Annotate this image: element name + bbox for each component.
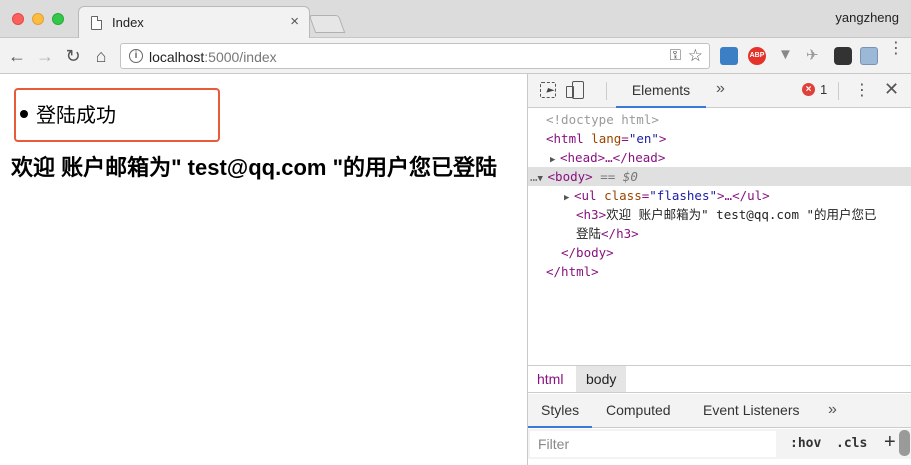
dom-node-doctype[interactable]: <!doctype html> bbox=[528, 110, 911, 129]
url-host: localhost bbox=[149, 49, 205, 65]
tab-styles[interactable]: Styles bbox=[528, 394, 593, 428]
tag-text: <ul bbox=[574, 188, 597, 203]
tag-text: > bbox=[658, 131, 667, 146]
selected-marker: == $0 bbox=[592, 169, 638, 184]
tag-text: <head>…</head> bbox=[560, 150, 666, 165]
attr-value: "flashes" bbox=[649, 188, 718, 203]
dom-node-html-close[interactable]: </html> bbox=[528, 262, 911, 281]
url-text[interactable]: localhost:5000/index bbox=[149, 49, 277, 65]
profile-name[interactable]: yangzheng bbox=[835, 10, 899, 25]
device-toolbar-icon[interactable] bbox=[566, 81, 584, 99]
tab-computed[interactable]: Computed bbox=[606, 394, 671, 428]
devtools-panel: Elements » × 1 ⋮ ✕ <!doctype html> <html… bbox=[527, 74, 911, 465]
more-tabs-icon[interactable]: » bbox=[716, 80, 725, 98]
browser-menu-icon[interactable]: ⋮ bbox=[888, 41, 904, 57]
extension-v-icon[interactable]: ▼ bbox=[778, 46, 796, 64]
tag-text: </h3> bbox=[601, 226, 639, 241]
flash-message: 登陆成功 bbox=[20, 99, 116, 128]
attr-name: class bbox=[604, 188, 642, 203]
tab-elements[interactable]: Elements bbox=[616, 74, 706, 108]
dom-node-h3-cont[interactable]: 登陆</h3> bbox=[528, 224, 911, 243]
key-icon[interactable]: ⚿ bbox=[670, 47, 681, 64]
extension-s-icon[interactable] bbox=[720, 47, 738, 65]
styles-filter-row: :hov .cls + bbox=[528, 429, 911, 459]
bookmark-star-icon[interactable]: ☆ bbox=[688, 46, 703, 66]
page-viewport: 登陆成功 欢迎 账户邮箱为" test@qq.com "的用户您已登陆 bbox=[0, 74, 527, 465]
error-count[interactable]: 1 bbox=[820, 82, 827, 97]
window-minimize-button[interactable] bbox=[32, 13, 44, 25]
more-tabs-icon[interactable]: » bbox=[828, 394, 837, 428]
dom-node-h3[interactable]: <h3>欢迎 账户邮箱为" test@qq.com "的用户您已 bbox=[528, 205, 911, 224]
tag-text: >…</ul> bbox=[717, 188, 770, 203]
home-icon[interactable]: ⌂ bbox=[90, 45, 112, 67]
tag-text: <html bbox=[546, 131, 584, 146]
extension-bird-icon[interactable]: ✈ bbox=[806, 46, 824, 64]
back-arrow-icon[interactable]: ← bbox=[6, 45, 28, 67]
devtools-close-icon[interactable]: ✕ bbox=[884, 79, 899, 100]
hover-state-toggle[interactable]: :hov bbox=[790, 436, 821, 451]
welcome-heading: 欢迎 账户邮箱为" test@qq.com "的用户您已登陆 bbox=[11, 155, 497, 180]
class-toggle[interactable]: .cls bbox=[836, 436, 867, 451]
divider bbox=[838, 82, 839, 100]
breadcrumb-body[interactable]: body bbox=[576, 366, 627, 392]
breadcrumb: html body bbox=[528, 365, 911, 393]
title-bar: Index × yangzheng bbox=[0, 0, 911, 39]
dom-node-body-close[interactable]: </body> bbox=[528, 243, 911, 262]
tab-close-icon[interactable]: × bbox=[290, 13, 299, 30]
new-tab-button[interactable] bbox=[308, 15, 346, 33]
tag-text: <body> bbox=[547, 169, 593, 184]
address-bar[interactable]: i localhost:5000/index ⚿ ☆ bbox=[120, 43, 710, 69]
attr-value: "en" bbox=[628, 131, 659, 146]
browser-tab-index[interactable]: Index × bbox=[78, 6, 310, 39]
devtools-menu-icon[interactable]: ⋮ bbox=[854, 80, 870, 100]
extension-dark-icon[interactable] bbox=[834, 47, 852, 65]
h3-text: 欢迎 账户邮箱为" test@qq.com "的用户您已 bbox=[606, 207, 877, 222]
tag-text: </html> bbox=[546, 264, 599, 279]
tag-text: </body> bbox=[561, 245, 614, 260]
divider bbox=[606, 82, 607, 100]
browser-toolbar: ← → ↻ ⌂ i localhost:5000/index ⚿ ☆ ABP ▼… bbox=[0, 38, 911, 74]
adblock-icon[interactable]: ABP bbox=[748, 47, 766, 65]
forward-arrow-icon[interactable]: → bbox=[34, 45, 56, 67]
add-rule-icon[interactable]: + bbox=[884, 431, 896, 454]
styles-filter-input[interactable] bbox=[530, 431, 776, 457]
row-menu-icon[interactable]: … bbox=[530, 169, 538, 184]
info-icon[interactable]: i bbox=[129, 49, 143, 63]
breadcrumb-html[interactable]: html bbox=[528, 366, 572, 392]
dom-node-html[interactable]: <html lang="en"> bbox=[528, 129, 911, 148]
flash-messages: 登陆成功 bbox=[14, 88, 220, 142]
doctype-text: <!doctype html> bbox=[546, 112, 659, 127]
tab-event-listeners[interactable]: Event Listeners bbox=[703, 394, 800, 428]
dom-node-head[interactable]: ▶ <head>…</head> bbox=[528, 148, 911, 167]
tab-title: Index bbox=[112, 15, 144, 30]
url-path: :5000/index bbox=[204, 49, 277, 65]
dom-tree: <!doctype html> <html lang="en"> ▶ <head>… bbox=[528, 110, 911, 364]
extension-image-icon[interactable] bbox=[860, 47, 878, 65]
reload-icon[interactable]: ↻ bbox=[62, 45, 84, 67]
document-icon bbox=[91, 16, 102, 30]
styles-tab-bar: Styles Computed Event Listeners » bbox=[528, 394, 911, 428]
error-icon[interactable]: × bbox=[802, 83, 815, 96]
scrollbar[interactable] bbox=[899, 430, 910, 456]
inspect-element-icon[interactable] bbox=[540, 82, 556, 98]
dom-node-body[interactable]: …▼ <body> == $0 bbox=[528, 167, 911, 186]
devtools-tab-bar: Elements » × 1 ⋮ ✕ bbox=[528, 74, 911, 108]
attr-name: lang bbox=[591, 131, 622, 146]
dom-node-ul[interactable]: ▶ <ul class="flashes">…</ul> bbox=[528, 186, 911, 205]
window-maximize-button[interactable] bbox=[52, 13, 64, 25]
h3-text: 登陆 bbox=[576, 226, 602, 241]
window-close-button[interactable] bbox=[12, 13, 24, 25]
tag-text: <h3> bbox=[576, 207, 607, 222]
